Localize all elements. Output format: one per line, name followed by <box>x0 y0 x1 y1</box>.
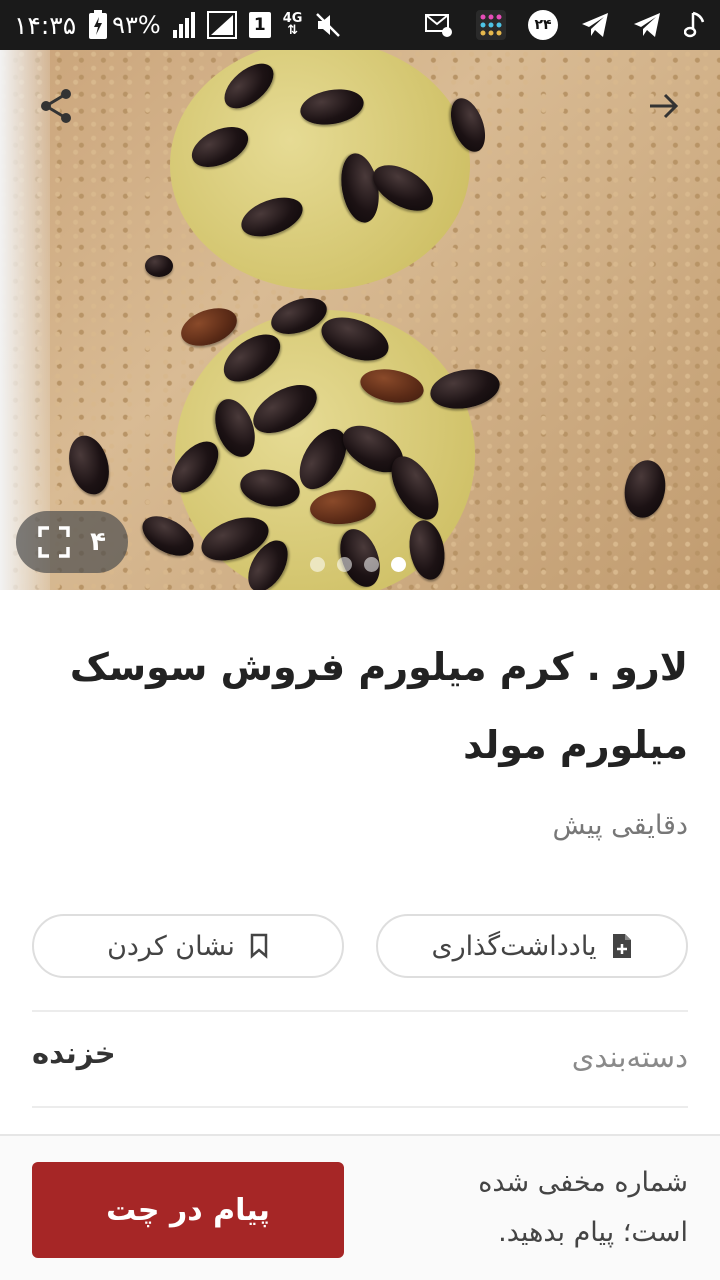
telegram-icon <box>634 13 660 37</box>
note-add-icon <box>612 934 631 958</box>
status-bar: ۱۴:۳۵ ۹۳% 1 4G ⇅ ۲۴ <box>0 0 720 50</box>
carousel-dot[interactable] <box>337 557 352 572</box>
network-4g-icon: 4G ⇅ <box>282 11 303 38</box>
category-value: خزنده <box>32 1036 116 1070</box>
sync-settings-icon <box>425 14 452 37</box>
contact-bar: پیام در چت شماره مخفی شده است؛ پیام بدهی… <box>0 1134 720 1280</box>
charging-battery-icon <box>89 10 108 39</box>
carousel-dot[interactable] <box>364 557 379 572</box>
hidden-number-note: شماره مخفی شده است؛ پیام بدهید. <box>478 1167 688 1248</box>
carousel-dots <box>310 557 406 572</box>
posted-time: دقایقی پیش <box>552 810 688 841</box>
food-pellet <box>170 50 470 290</box>
bookmark-button-label: نشان کردن <box>107 930 235 962</box>
share-icon <box>41 89 71 123</box>
share-button[interactable] <box>30 80 82 132</box>
beetle <box>62 431 116 499</box>
signal-icon <box>172 12 195 38</box>
telegram-icon <box>582 13 608 37</box>
listing-photo[interactable]: ۴ <box>0 50 720 590</box>
arrow-right-icon <box>650 93 679 119</box>
beetle <box>145 255 173 277</box>
battery-percent: ۹۳% <box>112 11 161 39</box>
fullscreen-icon <box>38 526 70 558</box>
divider <box>32 1106 688 1108</box>
back-button[interactable] <box>638 80 690 132</box>
category-label: دسته‌بندی <box>571 1040 688 1074</box>
chat-message-button[interactable]: پیام در چت <box>32 1162 344 1258</box>
music-note-icon <box>684 11 705 38</box>
bookmark-icon <box>250 933 268 959</box>
note-button-label: یادداشت‌گذاری <box>431 930 597 962</box>
image-count: ۴ <box>90 527 106 557</box>
beetle <box>620 456 670 522</box>
notification-badge: ۲۴ <box>528 10 558 40</box>
app-grid-icon <box>476 10 506 40</box>
sim-indicator: 1 <box>248 12 271 38</box>
divider <box>32 1010 688 1012</box>
listing-title: لارو . کرم میلورم فروش سوسک میلورم مولد <box>69 645 688 767</box>
carousel-dot-active[interactable] <box>391 557 406 572</box>
signal-icon <box>206 11 237 39</box>
mute-icon <box>316 13 341 37</box>
clock: ۱۴:۳۵ <box>14 10 77 40</box>
gallery-count-button[interactable]: ۴ <box>16 511 128 573</box>
carousel-dot[interactable] <box>310 557 325 572</box>
battery-indicator: ۹۳% <box>88 10 161 40</box>
note-button[interactable]: یادداشت‌گذاری <box>376 914 688 978</box>
bookmark-button[interactable]: نشان کردن <box>32 914 344 978</box>
